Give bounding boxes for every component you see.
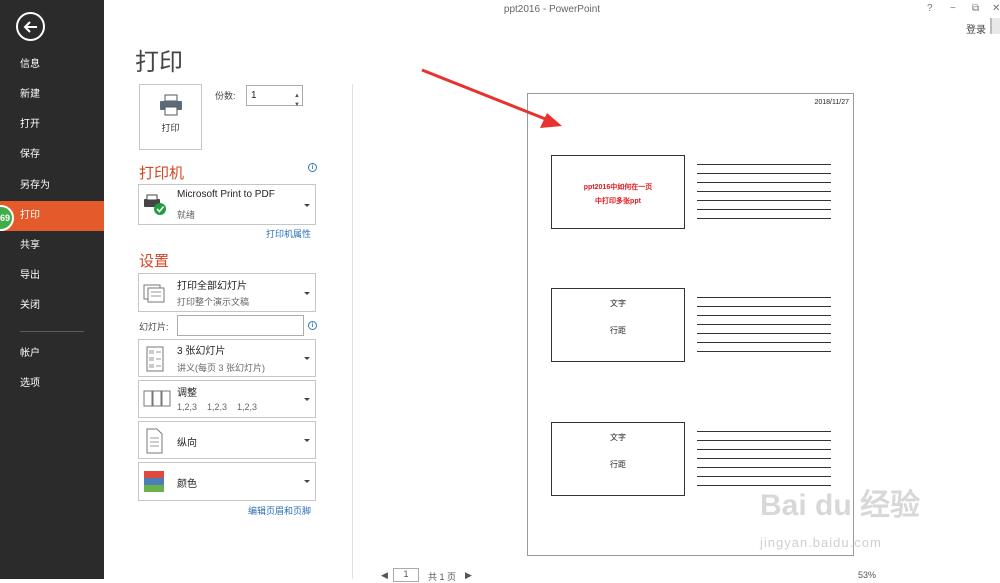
settings-heading: 设置 [139, 253, 170, 270]
slide2-text2: 行距 [610, 326, 626, 335]
print-range-sub: 打印整个演示文稿 [177, 297, 250, 307]
printer-status: 就绪 [177, 210, 196, 220]
color-icon [144, 471, 164, 492]
slide3-text1: 文字 [610, 433, 626, 442]
page-total: 共 1 页 [428, 572, 457, 582]
copies-input[interactable]: 1 ▲ ▼ [246, 85, 303, 108]
slide1-title-line2: 中打印多张ppt [595, 198, 641, 205]
layout-title: 3 张幻灯片 [177, 346, 226, 357]
collate-dropdown[interactable]: 调整 1,2,3 1,2,3 1,2,3 [138, 380, 316, 418]
print-range-title: 打印全部幻灯片 [177, 281, 247, 292]
printer-properties-link[interactable]: 打印机属性 [266, 227, 311, 240]
backstage-nav: 信息 新建 打开 保存 另存为 打印 共享 导出 关闭 帐户 选项 69 [0, 0, 104, 579]
print-button-label: 打印 [161, 123, 180, 133]
copies-down-icon[interactable]: ▼ [294, 96, 300, 115]
next-page-icon[interactable]: ▶ [465, 570, 472, 581]
orientation-dropdown[interactable]: 纵向 [138, 421, 316, 459]
printer-dropdown[interactable]: Microsoft Print to PDF 就绪 [138, 184, 316, 225]
notes-lines-1 [697, 164, 831, 227]
nav-item-open[interactable]: 打开 [0, 110, 104, 140]
chevron-down-icon [304, 357, 310, 360]
window-title: ppt2016 - PowerPoint [503, 4, 601, 15]
preview-slide-2: 文字 行距 [551, 288, 685, 362]
print-range-dropdown[interactable]: 打印全部幻灯片 打印整个演示文稿 [138, 273, 316, 312]
baidu-watermark-url: jingyan.baidu.com [760, 535, 882, 550]
collate-sub: 1,2,3 1,2,3 1,2,3 [177, 402, 258, 412]
handout-layout-icon [146, 346, 164, 372]
collate-icon [143, 390, 171, 407]
nav-item-share[interactable]: 共享 [0, 231, 104, 261]
layout-sub: 讲义(每页 3 张幻灯片) [177, 363, 266, 373]
notes-lines-2 [697, 297, 831, 360]
chevron-down-icon [304, 204, 310, 207]
preview-slide-3: 文字 行距 [551, 422, 685, 496]
color-label: 颜色 [177, 479, 197, 490]
baidu-watermark: Bai du 经验 [760, 489, 921, 522]
nav-separator [20, 331, 84, 332]
slide2-text1: 文字 [610, 299, 626, 308]
nav-item-save[interactable]: 保存 [0, 140, 104, 170]
nav-item-save-as[interactable]: 另存为 [0, 171, 104, 201]
nav-item-info[interactable]: 信息 [0, 50, 104, 80]
collate-title: 调整 [177, 388, 197, 399]
printer-icon [160, 94, 182, 116]
help-button[interactable]: ? [927, 3, 933, 14]
chevron-down-icon [304, 439, 310, 442]
chevron-down-icon [304, 398, 310, 401]
slide3-text2: 行距 [610, 460, 626, 469]
nav-item-account[interactable]: 帐户 [0, 339, 104, 369]
back-arrow-icon [23, 20, 37, 33]
nav-item-close[interactable]: 关闭 [0, 291, 104, 321]
layout-dropdown[interactable]: 3 张幻灯片 讲义(每页 3 张幻灯片) [138, 339, 316, 377]
portrait-icon [146, 428, 163, 454]
copies-label: 份数: [215, 91, 236, 101]
chevron-down-icon [304, 292, 310, 295]
prev-page-icon[interactable]: ◀ [381, 570, 388, 581]
printer-heading: 打印机 [139, 165, 185, 182]
signin-link[interactable]: 登录 [966, 21, 986, 36]
nav-item-new[interactable]: 新建 [0, 80, 104, 110]
print-button[interactable]: 打印 [139, 84, 202, 150]
nav-item-options[interactable]: 选项 [0, 369, 104, 399]
page-number-input[interactable]: 1 [393, 568, 419, 582]
preview-date: 2018/11/27 [814, 99, 849, 106]
all-slides-icon [143, 284, 165, 303]
slides-info-icon[interactable]: i [308, 321, 317, 330]
copies-value: 1 [251, 90, 257, 101]
nav-item-print[interactable]: 打印 [0, 201, 104, 231]
slide1-title-line1: ppt2016中如何在一页 [583, 184, 653, 191]
color-dropdown[interactable]: 颜色 [138, 462, 316, 501]
page-title: 打印 [135, 49, 183, 76]
orientation-label: 纵向 [177, 438, 197, 449]
printer-ready-icon [144, 194, 166, 215]
printer-info-icon[interactable]: i [308, 163, 317, 172]
nav-item-export[interactable]: 导出 [0, 261, 104, 291]
restore-button[interactable]: ⧉ [972, 3, 979, 14]
minimize-button[interactable]: − [950, 3, 956, 14]
edit-header-footer-link[interactable]: 编辑页眉和页脚 [248, 504, 311, 517]
close-window-button[interactable]: ✕ [992, 3, 1000, 14]
profile-flag-icon [990, 18, 1000, 34]
panel-divider [352, 84, 353, 579]
slides-label: 幻灯片: [139, 322, 169, 332]
printer-name: Microsoft Print to PDF [177, 189, 275, 200]
preview-slide-1: ppt2016中如何在一页 中打印多张ppt [551, 155, 685, 229]
chevron-down-icon [304, 480, 310, 483]
slides-input[interactable] [177, 315, 304, 336]
back-button[interactable] [16, 12, 45, 41]
